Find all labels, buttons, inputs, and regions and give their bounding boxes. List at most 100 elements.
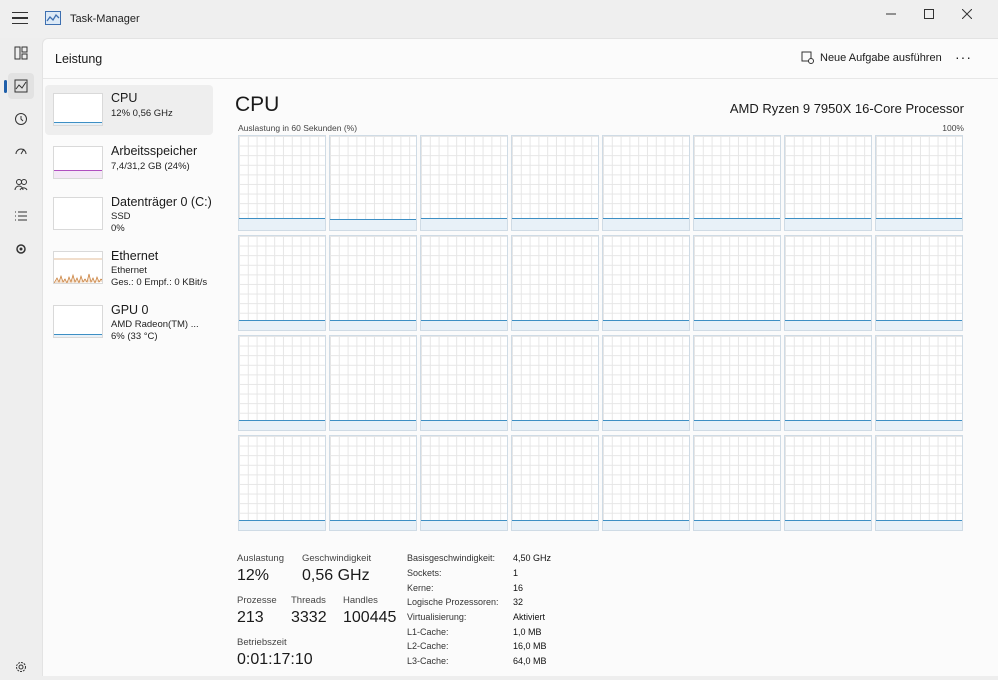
speed-label: Geschwindigkeit <box>302 553 372 564</box>
core-usage-fill <box>512 520 598 530</box>
new-task-label: Neue Aufgabe ausführen <box>820 51 942 64</box>
sidebar-item-cpu[interactable]: CPU 12% 0,56 GHz <box>45 85 213 135</box>
spec-key: Virtualisierung: <box>407 612 467 622</box>
core-graph <box>875 135 963 231</box>
page-title: Leistung <box>55 52 103 66</box>
core-graph <box>420 235 508 331</box>
core-graph <box>420 135 508 231</box>
spec-value: 1,0 MB <box>513 627 542 637</box>
processor-model: AMD Ryzen 9 7950X 16-Core Processor <box>729 101 964 116</box>
core-usage-fill <box>239 520 325 530</box>
nav-performance[interactable] <box>4 73 34 99</box>
spec-value: 32 <box>513 597 524 607</box>
sidebar-item-detail: Ethernet <box>111 265 147 276</box>
sidebar-item-detail: 0% <box>111 223 125 234</box>
startup-apps-icon <box>15 148 27 155</box>
nav-processes[interactable] <box>8 40 34 66</box>
page-header: Leistung Neue Aufgabe ausführen ··· <box>43 39 998 79</box>
core-graph <box>784 435 872 531</box>
core-graph <box>875 335 963 431</box>
performance-icon <box>14 79 28 93</box>
core-graph <box>511 335 599 431</box>
spec-key: Kerne: <box>407 583 434 593</box>
core-usage-fill <box>421 420 507 430</box>
core-usage-fill <box>330 219 416 230</box>
processes-label: Prozesse <box>237 595 277 606</box>
nav-details[interactable] <box>8 203 34 229</box>
core-usage-fill <box>876 520 962 530</box>
spec-value: 4,50 GHz <box>513 553 552 563</box>
core-graph <box>602 235 690 331</box>
nav-users[interactable] <box>8 171 34 197</box>
core-graph <box>875 435 963 531</box>
sidebar-item-detail: AMD Radeon(TM) ... <box>111 319 199 330</box>
core-usage-fill <box>785 520 871 530</box>
core-usage-fill <box>330 420 416 430</box>
core-graph <box>693 435 781 531</box>
core-graph <box>784 135 872 231</box>
core-usage-fill <box>512 420 598 430</box>
menu-icon[interactable] <box>12 12 28 26</box>
core-graph <box>511 435 599 531</box>
spec-value: Aktiviert <box>513 612 546 622</box>
core-graph <box>693 235 781 331</box>
sidebar-item-memory[interactable]: Arbeitsspeicher 7,4/31,2 GB (24%) <box>45 138 213 188</box>
nav-startup-apps[interactable] <box>8 138 34 164</box>
core-graph <box>602 335 690 431</box>
maximize-button[interactable] <box>914 4 944 24</box>
sidebar-item-label: Arbeitsspeicher <box>111 144 198 158</box>
processes-icon <box>14 46 28 60</box>
users-icon <box>14 179 28 191</box>
threads-value: 3332 <box>291 609 327 626</box>
new-task-button[interactable]: Neue Aufgabe ausführen <box>801 51 942 64</box>
speed-value: 0,56 GHz <box>302 567 370 584</box>
maximize-icon <box>924 9 934 19</box>
core-graph <box>238 335 326 431</box>
sidebar-item-detail: 12% 0,56 GHz <box>111 108 173 119</box>
core-usage-fill <box>512 320 598 330</box>
sidebar-item-label: CPU <box>111 91 138 105</box>
core-usage-fill <box>330 320 416 330</box>
main-panel: Leistung Neue Aufgabe ausführen ··· CPU … <box>42 38 998 676</box>
gpu-thumbnail-graph <box>53 305 103 338</box>
utilization-value: 12% <box>237 567 270 584</box>
minimize-button[interactable] <box>876 4 906 24</box>
spec-key: L3-Cache: <box>407 656 449 666</box>
nav-app-history[interactable] <box>8 106 34 132</box>
close-icon <box>962 9 972 19</box>
logical-processor-graphs <box>238 135 966 533</box>
core-graph <box>693 335 781 431</box>
title-bar: Task-Manager <box>0 0 998 38</box>
core-graph <box>238 435 326 531</box>
sidebar-item-detail: 7,4/31,2 GB (24%) <box>111 161 190 172</box>
processes-value: 213 <box>237 609 264 626</box>
core-usage-fill <box>512 218 598 230</box>
more-options-button[interactable]: ··· <box>955 49 972 65</box>
spec-value: 16 <box>513 583 524 593</box>
sidebar-item-disk[interactable]: Datenträger 0 (C:) SSD 0% <box>45 189 213 239</box>
sidebar-item-detail: 6% (33 °C) <box>111 331 158 342</box>
details-icon <box>15 211 27 221</box>
core-usage-fill <box>603 420 689 430</box>
core-usage-fill <box>694 420 780 430</box>
utilization-label: Auslastung <box>237 553 285 564</box>
core-usage-fill <box>421 520 507 530</box>
window-title: Task-Manager <box>70 13 140 25</box>
uptime-value: 0:01:17:10 <box>237 651 313 668</box>
left-navigation <box>0 38 42 676</box>
nav-services[interactable] <box>8 236 34 262</box>
close-button[interactable] <box>952 4 982 24</box>
core-usage-fill <box>785 320 871 330</box>
core-graph <box>784 335 872 431</box>
core-usage-fill <box>785 218 871 230</box>
sidebar-item-label: Datenträger 0 (C:) <box>111 195 212 209</box>
core-graph <box>329 335 417 431</box>
core-usage-fill <box>694 218 780 230</box>
core-usage-fill <box>239 218 325 230</box>
spec-key: Sockets: <box>407 568 442 578</box>
sidebar-item-gpu[interactable]: GPU 0 AMD Radeon(TM) ... 6% (33 °C) <box>45 297 213 347</box>
sidebar-item-ethernet[interactable]: Ethernet Ethernet Ges.: 0 Empf.: 0 KBit/… <box>45 243 213 293</box>
core-graph <box>511 235 599 331</box>
nav-settings[interactable] <box>8 654 34 680</box>
core-graph <box>420 335 508 431</box>
